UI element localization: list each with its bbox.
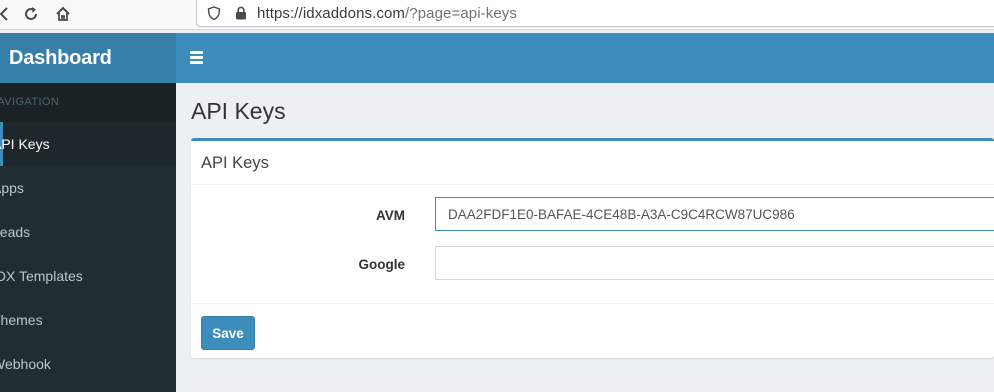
url-text: https://idxaddons.com/?page=api-keys — [257, 5, 517, 22]
sidebar-item-label: Webhook — [0, 356, 51, 372]
google-key-input[interactable] — [435, 246, 994, 280]
sidebar-item-leads[interactable]: Leads — [0, 210, 176, 254]
lock-icon[interactable] — [235, 6, 247, 20]
avm-label: AVM — [376, 208, 405, 223]
reload-icon[interactable] — [20, 3, 42, 25]
sidebar-item-label: Apps — [0, 180, 24, 196]
sidebar-item-themes[interactable]: Themes — [0, 298, 176, 342]
sidebar: Dashboard NAVIGATION API Keys Apps Leads… — [0, 33, 176, 392]
shield-icon[interactable] — [207, 6, 221, 20]
box-title: API Keys — [201, 154, 269, 172]
back-icon[interactable] — [0, 3, 16, 25]
save-button[interactable]: Save — [201, 316, 255, 350]
sidebar-item-apps[interactable]: Apps — [0, 166, 176, 210]
nav-header: NAVIGATION — [0, 83, 176, 122]
sidebar-item-idx-templates[interactable]: IDX Templates — [0, 254, 176, 298]
logo[interactable]: Dashboard — [0, 33, 176, 83]
url-path: /?page=api-keys — [405, 4, 518, 22]
sidebar-item-label: IDX Templates — [0, 268, 83, 284]
address-bar[interactable]: https://idxaddons.com/?page=api-keys — [196, 0, 994, 27]
hamburger-icon[interactable] — [190, 51, 204, 65]
logo-text: Dashboard — [9, 46, 112, 69]
avm-key-input[interactable] — [435, 197, 994, 231]
sidebar-item-label: Leads — [0, 224, 31, 240]
google-label: Google — [358, 257, 406, 272]
api-keys-box: API Keys AVM Google Save — [191, 138, 994, 358]
sidebar-item-label: Themes — [0, 312, 43, 328]
page-title: API Keys — [191, 98, 286, 124]
sidebar-item-label: API Keys — [0, 136, 50, 152]
top-navbar — [176, 33, 994, 83]
sidebar-item-webhook[interactable]: Webhook — [0, 342, 176, 386]
sidebar-item-api-keys[interactable]: API Keys — [0, 122, 176, 166]
home-icon[interactable] — [52, 3, 74, 25]
browser-toolbar: https://idxaddons.com/?page=api-keys — [0, 0, 994, 30]
url-host: https://idxaddons.com — [257, 4, 406, 22]
box-header: API Keys — [191, 141, 994, 185]
box-footer: Save — [191, 303, 994, 358]
